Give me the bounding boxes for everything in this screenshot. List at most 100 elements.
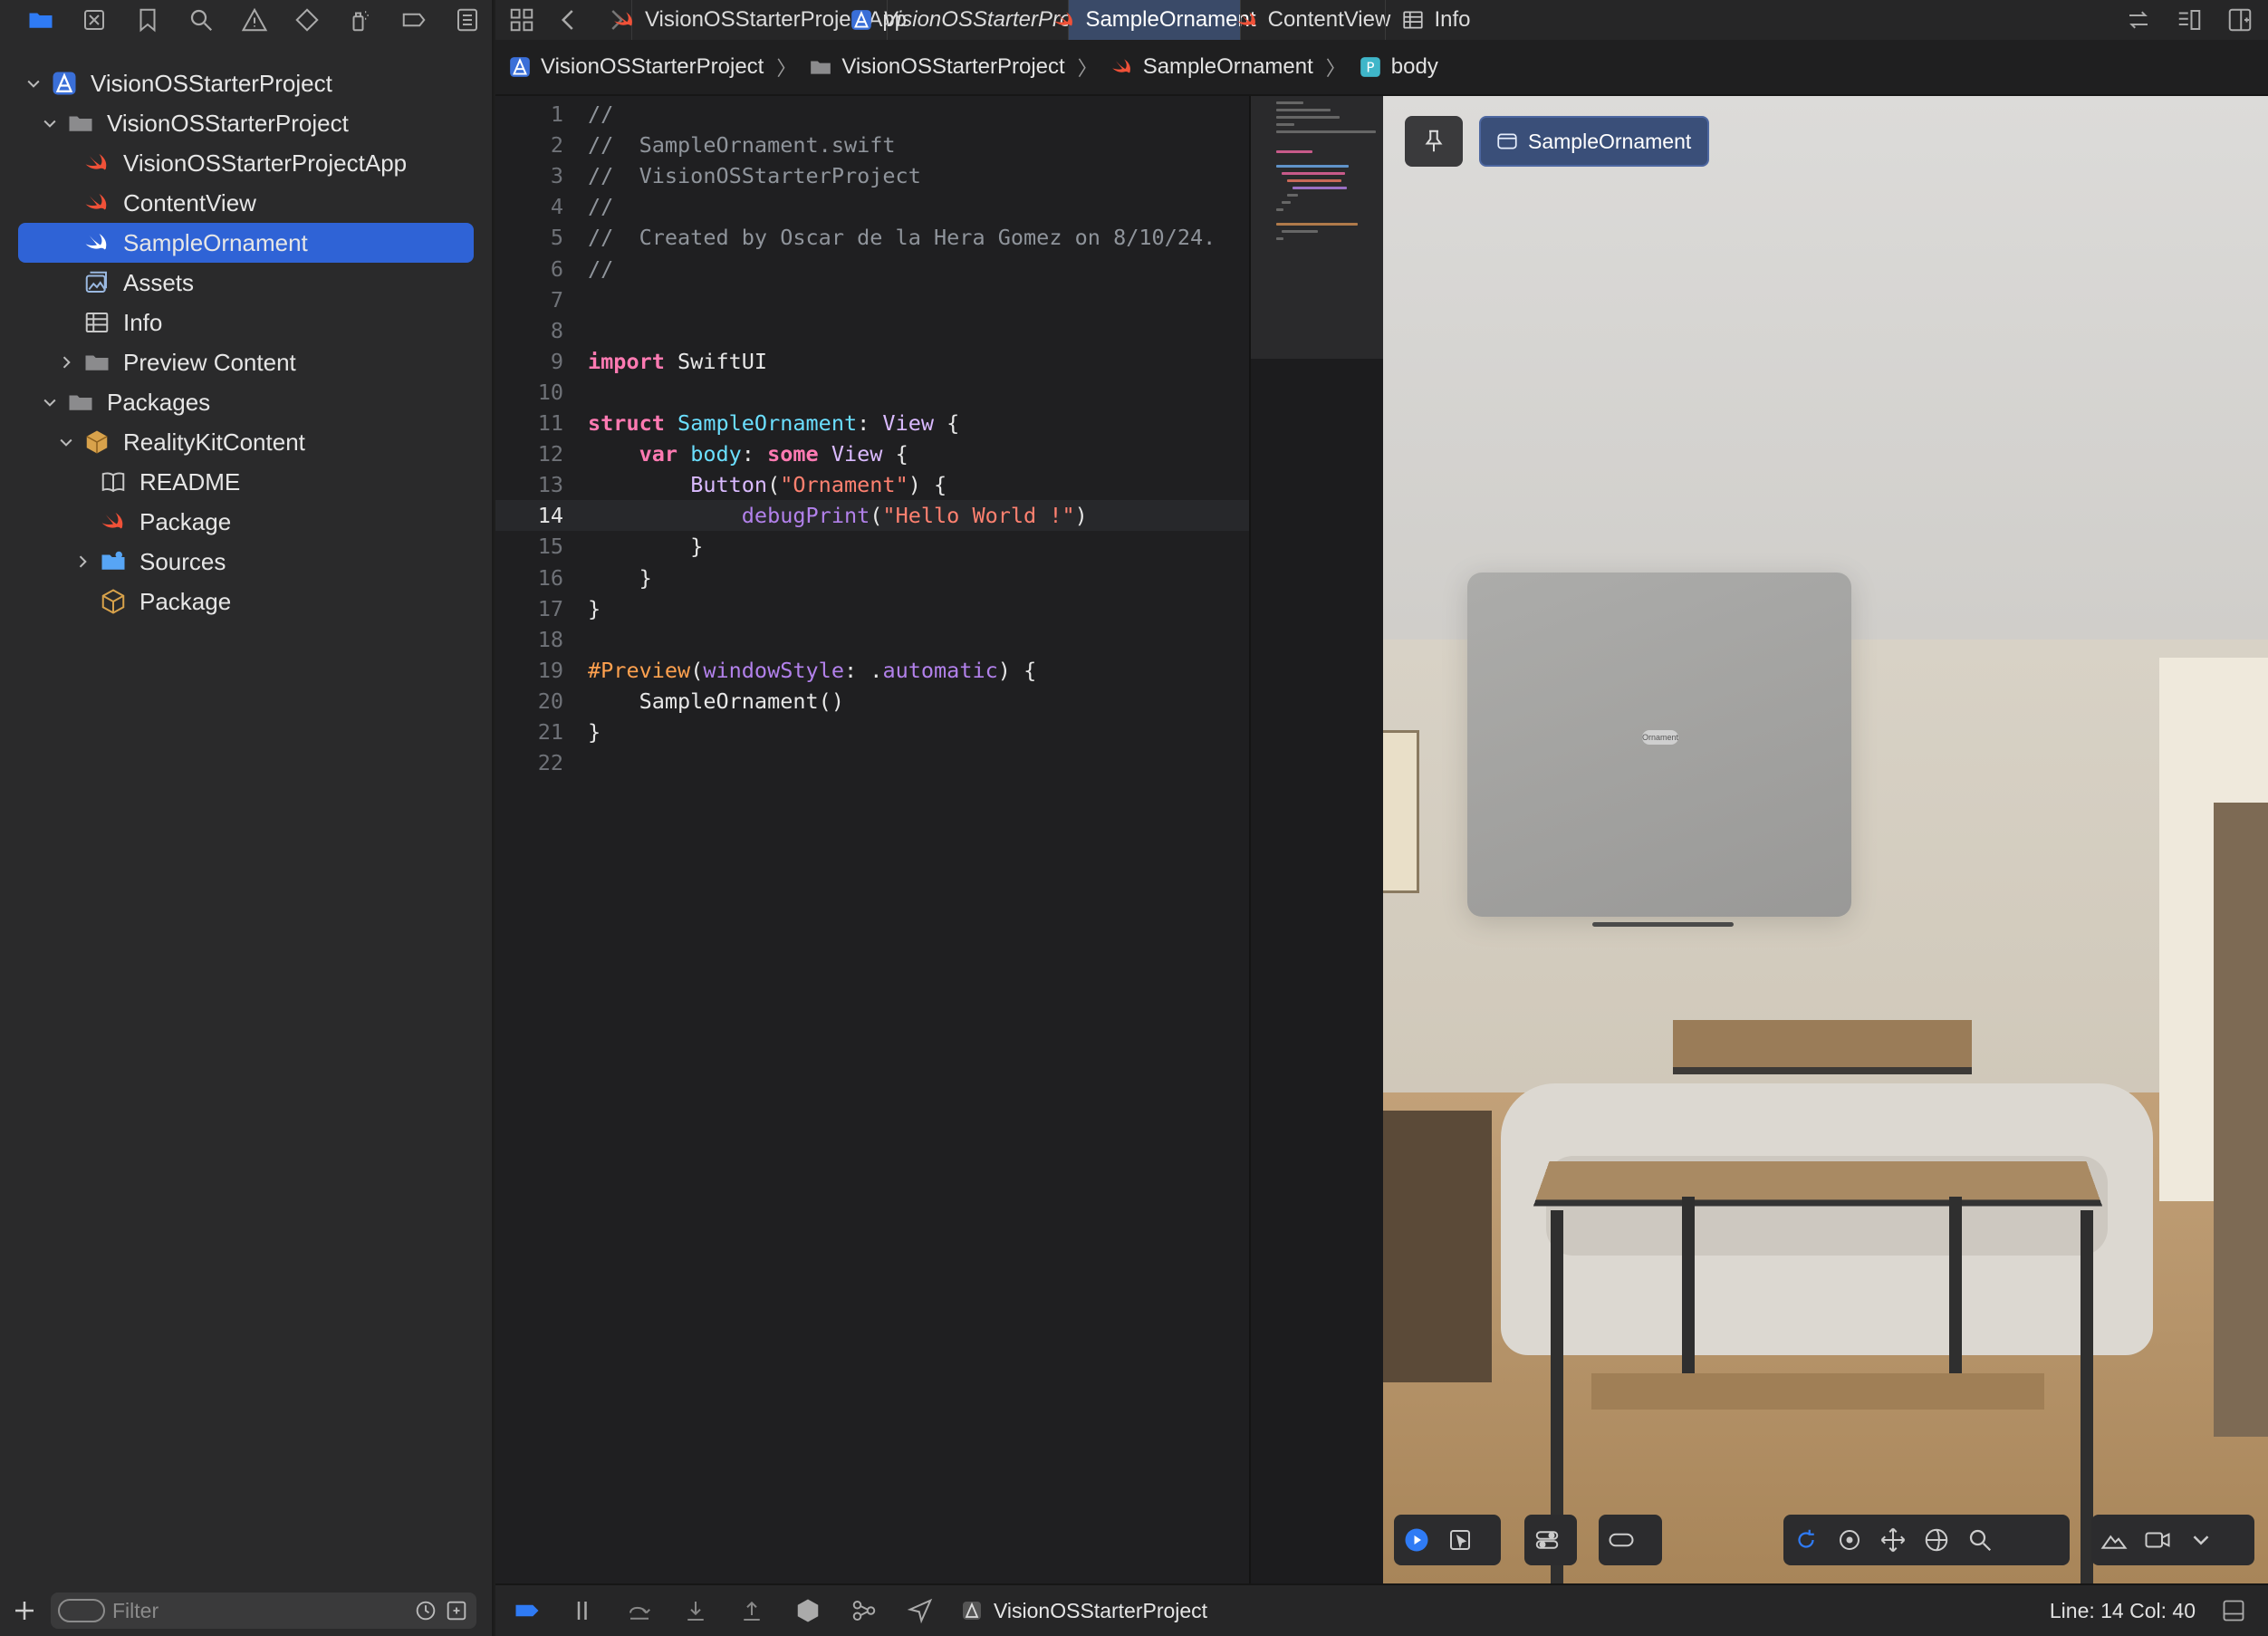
editor-tab[interactable]: SampleOrnament	[1054, 0, 1256, 40]
diamond-icon[interactable]	[281, 0, 334, 40]
chevron-down-icon[interactable]	[40, 392, 60, 412]
chevron-down-icon[interactable]	[56, 432, 76, 452]
editor-tab[interactable]: Info	[1385, 0, 1486, 40]
editor-tab[interactable]: ContentView	[1236, 0, 1390, 40]
editor-tab[interactable]: VisionOSStarterProjectApp	[614, 0, 907, 40]
add-icon[interactable]	[11, 1597, 38, 1624]
toggle-debug-area-button[interactable]	[2221, 1598, 2246, 1629]
ornament-button[interactable]: Ornament	[1642, 730, 1678, 745]
location-icon[interactable]	[907, 1597, 934, 1624]
breadcrumb-item[interactable]: SampleOrnament	[1110, 54, 1313, 80]
code-line[interactable]: 5 // Created by Oscar de la Hera Gomez on…	[495, 222, 1249, 253]
code-line[interactable]: 22	[495, 747, 1249, 778]
step-over-icon[interactable]	[626, 1597, 653, 1624]
back-icon[interactable]	[555, 6, 582, 34]
pin-preview-button[interactable]	[1405, 116, 1463, 167]
code-line[interactable]: 4 //	[495, 191, 1249, 222]
tree-item[interactable]: Info	[0, 303, 494, 342]
breadcrumb-item[interactable]: VisionOSStarterProject	[508, 54, 764, 80]
step-out-icon[interactable]	[738, 1597, 765, 1624]
filter-options-icon[interactable]	[58, 1599, 105, 1622]
search-icon[interactable]	[174, 0, 227, 40]
code-line[interactable]: 20 SampleOrnament()	[495, 686, 1249, 717]
breakpoint-icon[interactable]	[514, 1597, 541, 1624]
mountains-icon[interactable]	[2100, 1526, 2128, 1554]
preview-window[interactable]	[1467, 573, 1851, 917]
play-icon[interactable]	[1403, 1526, 1430, 1554]
tree-item[interactable]: Preview Content	[0, 342, 494, 382]
preview-selector-chip[interactable]: SampleOrnament	[1479, 116, 1709, 167]
minimap[interactable]	[1249, 96, 1385, 1583]
add-editor-icon[interactable]	[2226, 6, 2254, 34]
code-line[interactable]: 2 // SampleOrnament.swift	[495, 130, 1249, 160]
tree-item[interactable]: VisionOSStarterProject	[0, 63, 494, 103]
tree-item[interactable]: Package	[0, 582, 494, 621]
tree-item[interactable]: RealityKitContent	[0, 422, 494, 462]
swap-icon[interactable]	[2125, 6, 2152, 34]
tree-item[interactable]: Packages	[0, 382, 494, 422]
code-line[interactable]: 19 #Preview(windowStyle: .automatic) {	[495, 655, 1249, 686]
source-control-filter-icon[interactable]	[444, 1598, 469, 1623]
recent-files-icon[interactable]	[413, 1598, 438, 1623]
minimap-viewport[interactable]	[1251, 96, 1385, 359]
code-line[interactable]: 14 debugPrint("Hello World !")	[495, 500, 1249, 532]
chevron-right-icon[interactable]	[72, 552, 92, 572]
code-line[interactable]: 21}	[495, 717, 1249, 747]
tree-item[interactable]: VisionOSStarterProjectApp	[0, 143, 494, 183]
tree-item[interactable]: Assets	[0, 263, 494, 303]
code-line[interactable]: 16 }	[495, 563, 1249, 593]
breadcrumb-item[interactable]: Pbody	[1359, 54, 1438, 80]
code-line[interactable]: 1 //	[495, 99, 1249, 130]
list-icon[interactable]	[440, 0, 494, 40]
bookmark-icon[interactable]	[121, 0, 175, 40]
editor-tab[interactable]: VisionOSStarterProject	[851, 0, 1106, 40]
chevron-right-icon[interactable]	[56, 352, 76, 372]
globe-icon[interactable]	[1923, 1526, 1950, 1554]
chevron-down-icon[interactable]	[24, 73, 43, 93]
tree-item[interactable]: Package	[0, 502, 494, 542]
tree-item[interactable]: README	[0, 462, 494, 502]
code-line[interactable]: 11 struct SampleOrnament: View {	[495, 408, 1249, 438]
nodes-icon[interactable]	[850, 1597, 878, 1624]
toggles-icon[interactable]	[1533, 1526, 1561, 1554]
code-line[interactable]: 17}	[495, 593, 1249, 624]
code-line[interactable]: 3 // VisionOSStarterProject	[495, 160, 1249, 191]
pause-icon[interactable]	[570, 1597, 597, 1624]
rotate-icon[interactable]	[1792, 1526, 1820, 1554]
window-grabber[interactable]	[1592, 922, 1734, 927]
scheme-selector[interactable]: VisionOSStarterProject	[961, 1599, 1207, 1623]
code-line[interactable]: 7	[495, 284, 1249, 315]
tree-item[interactable]: ContentView	[0, 183, 494, 223]
warning-icon[interactable]	[227, 0, 281, 40]
tree-item[interactable]: VisionOSStarterProject	[0, 103, 494, 143]
camera-icon[interactable]	[2144, 1526, 2171, 1554]
step-in-icon[interactable]	[682, 1597, 709, 1624]
editor-options-icon[interactable]	[2176, 6, 2203, 34]
code-line[interactable]: 6 //	[495, 254, 1249, 284]
folder-icon[interactable]	[14, 0, 68, 40]
orbit-icon[interactable]	[1836, 1526, 1863, 1554]
code-line[interactable]: 12 var body: some View {	[495, 438, 1249, 469]
code-line[interactable]: 10	[495, 377, 1249, 408]
cube-icon[interactable]	[794, 1597, 822, 1624]
vision-pro-icon[interactable]	[1608, 1526, 1635, 1554]
close-square-icon[interactable]	[68, 0, 121, 40]
grid-icon[interactable]	[508, 6, 535, 34]
select-icon[interactable]	[1446, 1526, 1474, 1554]
chevron-down-icon[interactable]	[2187, 1526, 2215, 1554]
preview-canvas[interactable]: Ornament	[1383, 96, 2268, 1583]
tree-item[interactable]: Sources	[0, 542, 494, 582]
tag-icon[interactable]	[387, 0, 440, 40]
chevron-down-icon[interactable]	[40, 113, 60, 133]
breadcrumb-item[interactable]: VisionOSStarterProject	[809, 54, 1065, 80]
code-line[interactable]: 13 Button("Ornament") {	[495, 469, 1249, 500]
code-line[interactable]: 9 import SwiftUI	[495, 346, 1249, 377]
code-line[interactable]: 18	[495, 624, 1249, 655]
code-line[interactable]: 15 }	[495, 531, 1249, 562]
tree-item[interactable]: SampleOrnament	[0, 223, 494, 263]
spray-icon[interactable]	[334, 0, 388, 40]
zoom-icon[interactable]	[1966, 1526, 1994, 1554]
code-editor[interactable]: 1 // 2 // SampleOrnament.swift 3 // VisionOSS…	[495, 96, 1249, 1583]
move-icon[interactable]	[1879, 1526, 1907, 1554]
code-line[interactable]: 8	[495, 315, 1249, 346]
